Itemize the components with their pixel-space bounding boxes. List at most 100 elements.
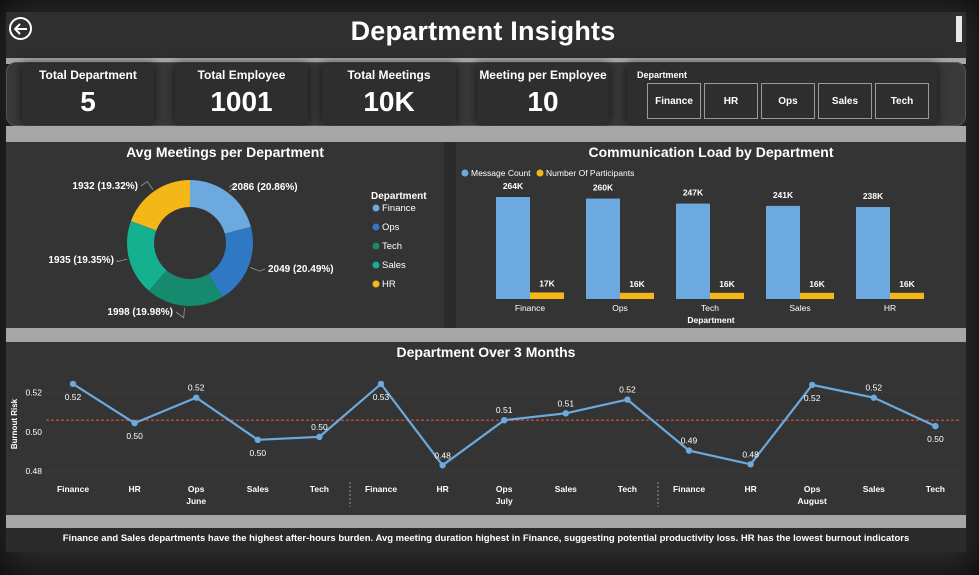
legend-label-ops: Ops bbox=[382, 222, 400, 233]
data-point[interactable] bbox=[685, 447, 693, 454]
data-label: 238K bbox=[863, 191, 884, 201]
data-label: 0.52 bbox=[619, 385, 636, 395]
data-label: 16K bbox=[719, 279, 735, 289]
slicer-option-ops[interactable]: Ops bbox=[761, 83, 815, 119]
bar-message-hr[interactable] bbox=[856, 207, 890, 299]
donut-slice-hr[interactable] bbox=[130, 180, 190, 231]
x-tick-label: Finance bbox=[673, 484, 705, 494]
bar-participants-sales[interactable] bbox=[800, 292, 834, 299]
data-point[interactable] bbox=[501, 416, 508, 424]
data-point[interactable] bbox=[69, 380, 77, 388]
scrollbar-thumb[interactable] bbox=[956, 16, 962, 42]
x-tick-label: Ops bbox=[496, 484, 513, 494]
x-tick-label: Tech bbox=[618, 484, 637, 494]
legend-dot-sales bbox=[372, 261, 380, 269]
data-point[interactable] bbox=[562, 410, 569, 417]
slicer-option-tech[interactable]: Tech bbox=[875, 83, 929, 119]
legend-label-sales: Sales bbox=[382, 260, 406, 271]
data-point[interactable] bbox=[193, 394, 200, 401]
data-point[interactable] bbox=[624, 396, 631, 403]
x-group-label: August bbox=[798, 496, 827, 506]
insight-footer: Finance and Sales departments have the h… bbox=[6, 528, 966, 552]
x-tick-label: Sales bbox=[555, 484, 577, 494]
legend-label-message: Message Count bbox=[471, 168, 531, 178]
bar-participants-tech[interactable] bbox=[710, 292, 744, 299]
legend-label-tech: Tech bbox=[382, 241, 402, 252]
x-tick-label: Sales bbox=[789, 303, 810, 313]
data-label: 0.48 bbox=[434, 450, 451, 460]
legend-dot-finance bbox=[372, 204, 380, 212]
slicer-option-finance[interactable]: Finance bbox=[647, 83, 701, 119]
data-label: 0.52 bbox=[804, 393, 821, 403]
bar-message-tech[interactable] bbox=[676, 203, 710, 299]
data-label: 0.52 bbox=[866, 383, 883, 393]
data-point[interactable] bbox=[932, 422, 939, 430]
slicer-option-hr[interactable]: HR bbox=[704, 83, 758, 119]
data-point[interactable] bbox=[439, 462, 446, 469]
x-tick-label: HR bbox=[884, 303, 896, 313]
y-tick-label: 0.50 bbox=[25, 427, 42, 437]
data-label: 0.48 bbox=[742, 449, 759, 459]
x-axis-title: Department bbox=[687, 315, 734, 325]
page-title: Department Insights bbox=[350, 16, 616, 46]
slicer-caption: Department bbox=[637, 70, 688, 80]
data-point[interactable] bbox=[316, 433, 323, 441]
y-tick-label: 0.48 bbox=[25, 466, 42, 476]
kpi-label: Total Employee bbox=[197, 68, 286, 82]
kpi-card-total-meetings: Total Meetings 10K bbox=[322, 64, 456, 124]
data-point[interactable] bbox=[809, 381, 816, 389]
data-label: 2049 (20.49%) bbox=[268, 264, 334, 275]
x-tick-label: HR bbox=[744, 484, 756, 494]
x-tick-label: Tech bbox=[701, 303, 719, 313]
data-label: 1998 (19.98%) bbox=[107, 307, 173, 318]
bar-message-finance[interactable] bbox=[496, 197, 530, 299]
data-label: 1932 (19.32%) bbox=[72, 181, 138, 192]
donut-chart: 2086 (20.86%) 2049 (20.49%) 1998 (19.98%) 1… bbox=[48, 180, 427, 319]
data-label: 0.51 bbox=[558, 398, 575, 408]
legend-dot-message bbox=[461, 169, 469, 177]
legend-dot-tech bbox=[372, 242, 380, 250]
data-label: 247K bbox=[683, 188, 704, 198]
data-label: 260K bbox=[593, 183, 614, 193]
data-label: 0.53 bbox=[373, 392, 390, 402]
legend-dot-participants bbox=[536, 169, 544, 177]
donut-chart-panel: Avg Meetings per Department 2086 (20.86%… bbox=[6, 142, 444, 328]
data-label: 0.50 bbox=[250, 448, 267, 458]
data-label: 0.50 bbox=[311, 422, 328, 432]
data-label: 0.52 bbox=[188, 383, 205, 393]
y-axis-title: Burnout Risk bbox=[10, 398, 19, 449]
x-tick-label: Ops bbox=[612, 303, 628, 313]
data-point[interactable] bbox=[131, 419, 138, 427]
bar-participants-ops[interactable] bbox=[620, 292, 654, 299]
legend-label-finance: Finance bbox=[382, 203, 416, 214]
x-tick-label: Sales bbox=[247, 484, 269, 494]
slicer-option-sales[interactable]: Sales bbox=[818, 83, 872, 119]
data-point[interactable] bbox=[377, 380, 385, 388]
kpi-label: Total Department bbox=[39, 68, 137, 82]
data-label: 16K bbox=[629, 279, 645, 289]
data-point[interactable] bbox=[254, 436, 261, 444]
x-tick-label: HR bbox=[436, 484, 448, 494]
bar-participants-finance[interactable] bbox=[530, 292, 564, 299]
bar-chart: Message Count Number Of Participants 264… bbox=[461, 168, 924, 325]
x-group-label: June bbox=[186, 496, 206, 506]
data-point[interactable] bbox=[870, 394, 877, 401]
divider bbox=[6, 126, 966, 142]
kpi-value: 1001 bbox=[210, 86, 273, 117]
bar-message-ops[interactable] bbox=[586, 198, 620, 299]
bar-participants-hr[interactable] bbox=[890, 292, 924, 299]
data-label: 16K bbox=[809, 279, 825, 289]
data-point[interactable] bbox=[747, 461, 754, 468]
kpi-card-total-employee: Total Employee 1001 bbox=[175, 64, 308, 124]
legend-dot-ops bbox=[372, 223, 380, 231]
x-tick-label: Finance bbox=[57, 484, 89, 494]
data-label: 0.50 bbox=[126, 431, 143, 441]
data-label: 241K bbox=[773, 190, 794, 200]
kpi-value: 10K bbox=[363, 86, 415, 117]
data-label: 0.51 bbox=[496, 405, 513, 415]
legend-title: Department bbox=[371, 191, 427, 202]
kpi-label: Total Meetings bbox=[347, 68, 431, 82]
x-tick-label: Finance bbox=[365, 484, 397, 494]
x-tick-label: Ops bbox=[804, 484, 821, 494]
bar-message-sales[interactable] bbox=[766, 205, 800, 299]
